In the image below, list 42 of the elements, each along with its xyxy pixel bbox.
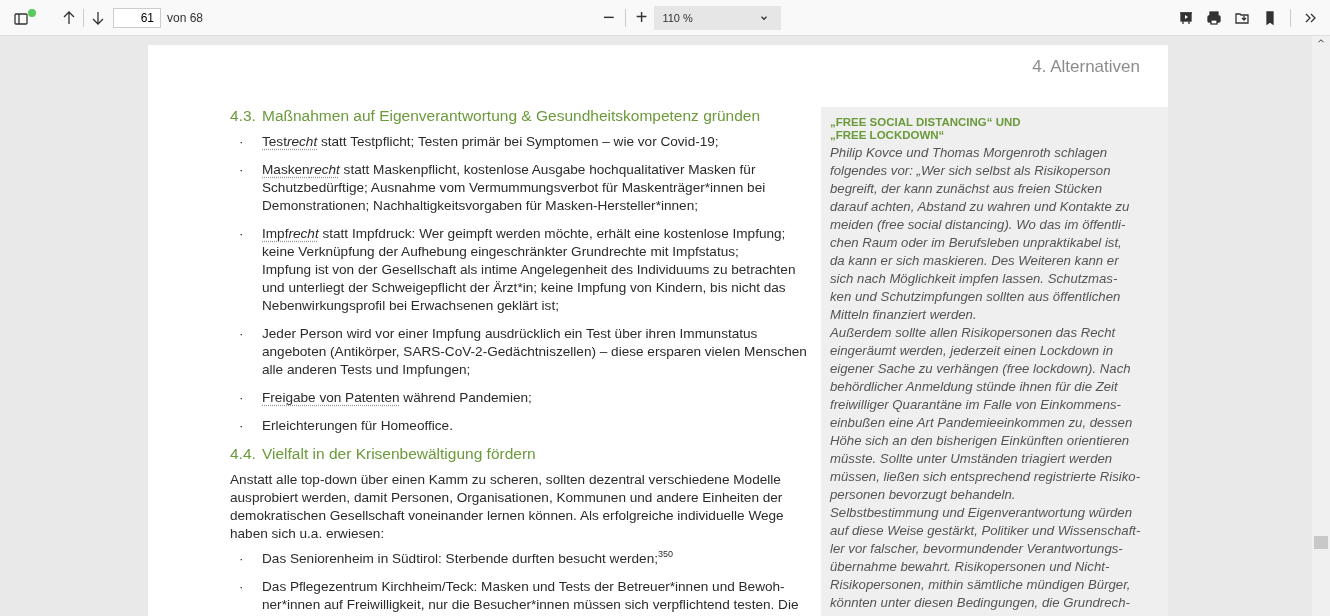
paragraph: Außerdem sollte allen Risikopersonen das Recht eingeräumt werden, jederzeit einen Lockdown in eigener Sache zu verhängen (free lockdown). Nach behördlicher Anmeldung stünde ihnen für die Zeit freiwilliger Quarantäne im Falle von Einkommens- einbußen eine Art Pandemieeinkommen zu, dessen Höhe sich an den bisherigen Einkünften orientieren müsste. Sollte unter Umständen triagiert werden müssen, ließen sich entsprechend registrierte Risiko- personen bevorzugt behandeln. (830, 324, 1142, 504)
page-number-field[interactable]: 61 (113, 7, 161, 28)
bullet-dot: · (238, 578, 245, 596)
bullet-dot: · (238, 225, 245, 243)
bullet-dot: · (238, 133, 245, 151)
paragraph: Selbstbestimmung und Eigenverantwortung würden auf diese Weise gestärkt, Politiker und Wissenschaft- ler vor falscher, bevormundender Verantwortungs- übernahme bewahrt. Risikopersonen und Nicht- Risikopersonen, mithin sämtliche mündigen Bürger, könnten unter diesen Bedingungen, die Grundrech- (830, 504, 1142, 612)
running-head: 4. Alternativen (1032, 57, 1140, 77)
arrow-up-icon (61, 9, 77, 26)
list-text: Jeder Person wird vor einer Impfung ausdrücklich ein Test über ihren Immunstatus angeboten (Antikörper, SARS-CoV-2-Gedächtniszellen) – diese ersparen vielen Menschen alle anderen Tests und Impfungen; (262, 325, 807, 379)
status-dot (28, 8, 36, 17)
bullet-dot: · (238, 389, 245, 407)
arrow-down-icon (90, 9, 106, 26)
list-text: Maskenrecht statt Maskenpflicht, kostenlose Ausgabe hochqualitativer Masken für Schutzbedürftige; Ausnahme vom Vermummungsverbot für Maskenträger*innen bei Demonstrationen; Nachhaltigkeitsvorgaben für Masken-Hersteller*innen; (262, 161, 766, 215)
list-text: Das Pflegezentrum Kirchheim/Teck: Masken und Tests der Betreuer*innen und Bewoh- ner*innen auf Freiwilligkeit, nur die Besucher*innen müssen sich verpflichtend testen. Die (262, 578, 799, 614)
section-heading: Vielfalt in der Krisenbewältigung fördern (262, 445, 536, 463)
text-link[interactable]: Testrecht (262, 134, 318, 149)
text-link[interactable]: Maskenrecht (262, 162, 340, 177)
list-text: Testrecht statt Testpflicht; Testen primär bei Symptomen – wie vor Covid-19; (262, 133, 719, 151)
bullet-dot: · (238, 325, 245, 343)
print-icon (1206, 9, 1222, 26)
presentation-icon (1178, 9, 1194, 26)
list-text: Das Seniorenheim in Südtirol: Sterbende durften besucht werden;$^{350}$ (262, 550, 673, 568)
list-text: Impfrecht statt Impfdruck: Wer geimpft werden möchte, erhält eine kostenlose Impfung; keine Verknüpfung der Aufhebung eingeschränkter Grundrechte mit Impfstatus; Impfung ist von der Gesellschaft als intime Angelegenheit des Individuums zu betrachten und unterliegt der Schweigepflicht der Ärzt*in; keine Impfung von Kindern, bis nicht das Nebenwirkungsprofil bei Erwachsenen geklärt ist; (262, 225, 796, 315)
scrollbar-thumb[interactable] (1314, 536, 1328, 549)
paragraph: Anstatt alle top-down über einen Kamm zu scheren, sollten dezentral verschiedene Modelle ausprobiert werden, damit Personen, Organisationen, Kommunen und andere Einheiten der demokratischen Gesellschaft voneinander lernen können. Als erfolgreiche individuelle Wege haben sich u.a. erwiesen: (230, 471, 785, 543)
section-number: 4.3. (230, 107, 257, 125)
page-count: von 68 (167, 10, 204, 25)
zoom-out-button[interactable]: − (600, 6, 618, 29)
text-link[interactable]: Impfrecht (262, 226, 319, 241)
paragraph: Philip Kovce und Thomas Morgenroth schlagen folgendes vor: „Wer sich selbst als Risikoperson begreift, der kann zunächst aus freien Stücken darauf achten, Abstand zu wahren und Kontakte zu meiden (free social distancing). Wo das im öffentli- chen Raum oder im Berufsleben unpraktikabel ist, da kann er sich maskieren. Des Weiteren kann er sich nach Möglichkeit impfen lassen. Schutzmas- ken und Schutzimpfungen sollten aus öffentlichen Mitteln finanziert werden. (830, 144, 1131, 324)
scrollbar[interactable] (1312, 36, 1330, 616)
zoom-in-button[interactable]: + (632, 6, 651, 29)
bullet-dot: · (238, 550, 245, 568)
bullet-dot: · (238, 161, 245, 179)
box-title: „FREE SOCIAL DISTANCING“ UND „FREE LOCKDOWN“ (830, 116, 1022, 142)
zoom-dropdown[interactable]: 110 % (654, 5, 782, 30)
section-number: 4.4. (230, 445, 257, 463)
bullet-dot: · (238, 417, 245, 435)
list-text: Erleichterungen für Homeoffice. (262, 417, 453, 435)
list-text: Freigabe von Patenten während Pandemien; (262, 389, 532, 407)
text-link[interactable]: Freigabe von Patenten (262, 390, 400, 405)
section-heading: Maßnahmen auf Eigenverantwortung & Gesundheitskompetenz gründen (262, 107, 761, 125)
